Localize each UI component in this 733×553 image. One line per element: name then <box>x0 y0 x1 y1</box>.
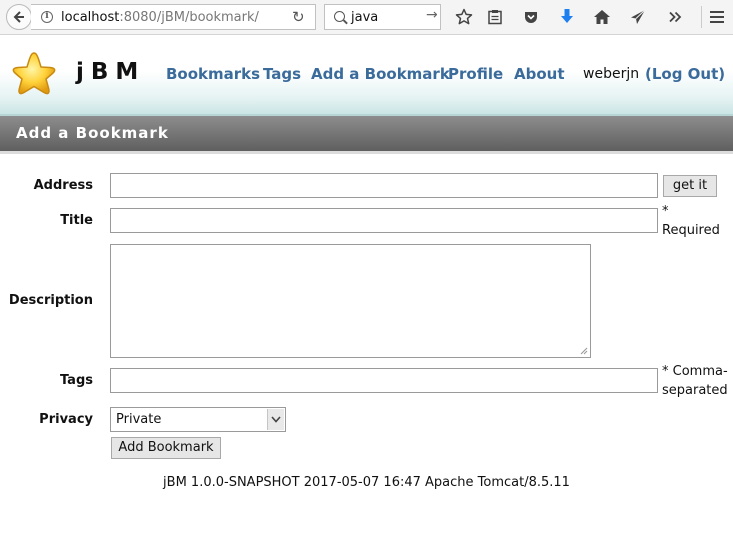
toolbar-divider <box>701 6 702 28</box>
search-icon <box>334 11 345 22</box>
logout-link[interactable]: (Log Out) <box>645 65 725 83</box>
privacy-label: Privacy <box>39 412 93 427</box>
title-input[interactable] <box>110 208 658 233</box>
nav-bookmarks[interactable]: Bookmarks <box>166 65 260 83</box>
home-icon[interactable] <box>591 6 613 28</box>
search-bar[interactable]: java → <box>324 4 441 30</box>
nav-profile[interactable]: Profile <box>448 65 503 83</box>
address-label: Address <box>33 178 93 193</box>
url-bar[interactable]: i localhost:8080/jBM/bookmark/ ↻ <box>31 4 316 30</box>
search-input[interactable]: java <box>351 10 378 25</box>
hamburger-menu-icon[interactable] <box>706 6 728 28</box>
info-icon[interactable]: i <box>41 11 53 23</box>
footer-version: jBM 1.0.0-SNAPSHOT 2017-05-07 16:47 Apac… <box>163 475 570 490</box>
title-bar-divider <box>0 151 733 154</box>
site-logo-text: jBM <box>76 59 146 85</box>
star-icon[interactable] <box>453 6 475 28</box>
add-bookmark-button[interactable]: Add Bookmark <box>111 437 221 459</box>
site-header: jBM Bookmarks Tags Add a Bookmark Profil… <box>0 35 733 115</box>
page-title-bar: Add a Bookmark <box>0 116 733 151</box>
arrow-right-icon[interactable]: → <box>426 7 438 23</box>
url-text[interactable]: localhost:8080/jBM/bookmark/ <box>61 10 259 25</box>
browser-toolbar: i localhost:8080/jBM/bookmark/ ↻ java → <box>0 0 733 35</box>
page-title: Add a Bookmark <box>16 124 169 142</box>
resize-grip-icon[interactable] <box>579 346 588 355</box>
tags-note-line1: * Comma- <box>662 364 728 379</box>
description-label: Description <box>8 293 93 308</box>
tags-label: Tags <box>59 373 93 388</box>
required-star: * <box>662 204 669 219</box>
privacy-select[interactable]: Private <box>110 407 286 432</box>
address-input[interactable] <box>110 173 658 198</box>
back-button[interactable] <box>6 4 32 30</box>
reading-list-icon[interactable] <box>484 6 506 28</box>
star-logo-icon <box>12 52 56 95</box>
description-textarea[interactable] <box>110 244 591 358</box>
nav-about[interactable]: About <box>514 65 565 83</box>
required-note: Required <box>662 223 720 238</box>
chevron-down-icon[interactable] <box>267 409 284 430</box>
nav-tags[interactable]: Tags <box>263 65 301 83</box>
privacy-selected-value: Private <box>116 412 162 427</box>
get-it-button[interactable]: get it <box>663 175 717 197</box>
tags-note-line2: separated <box>662 383 728 398</box>
arrow-left-icon <box>13 11 24 23</box>
pocket-icon[interactable] <box>520 6 542 28</box>
send-icon[interactable] <box>627 6 649 28</box>
overflow-chevron-icon[interactable] <box>664 6 686 28</box>
nav-add-bookmark[interactable]: Add a Bookmark <box>311 65 450 83</box>
title-label: Title <box>60 213 93 228</box>
tags-input[interactable] <box>110 368 658 393</box>
download-icon[interactable] <box>556 6 578 28</box>
current-user: weberjn <box>583 66 640 82</box>
reload-icon[interactable]: ↻ <box>292 8 305 26</box>
